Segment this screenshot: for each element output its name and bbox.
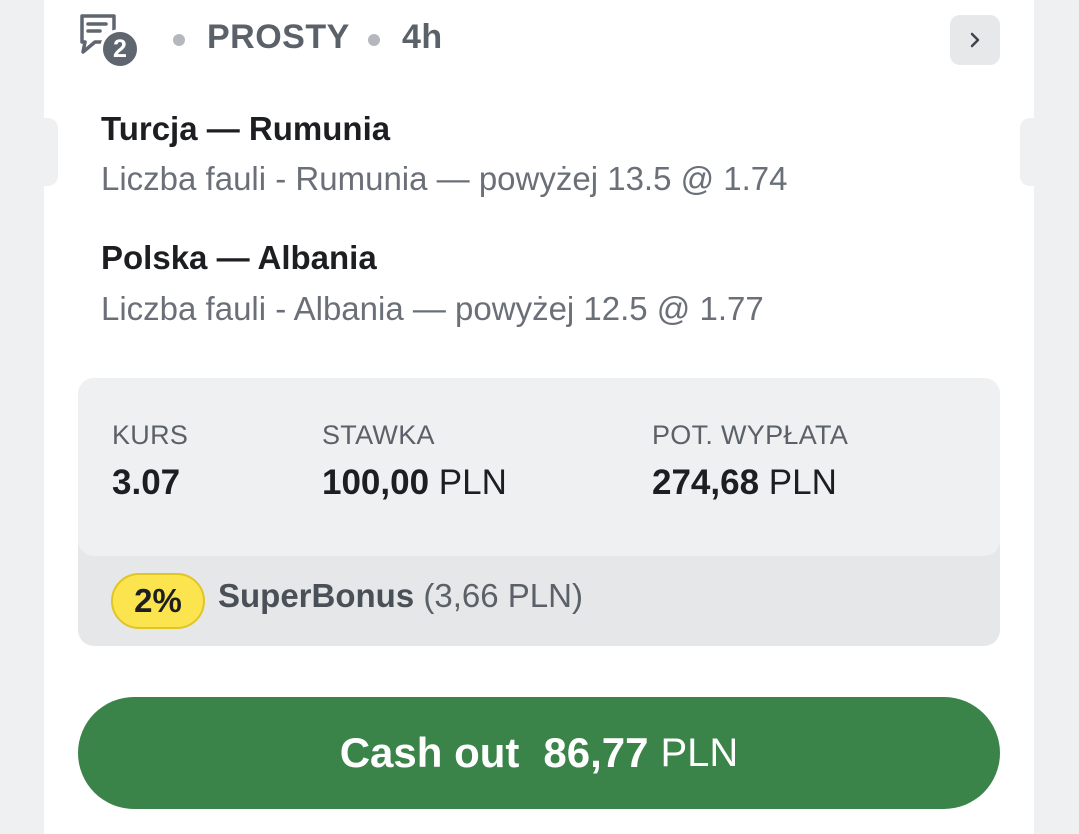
cash-out-label: Cash out (339, 729, 520, 776)
stake-label: STAWKA (322, 420, 435, 450)
bet-summary-values: KURS 3.07 STAWKA 100,00 PLN POT. WYPŁATA… (78, 378, 1000, 556)
ticket-notch-left (44, 118, 58, 186)
selection-match: Turcja — Rumunia (101, 110, 391, 147)
cash-out-amount: 86,77 (543, 729, 649, 776)
comments-count-badge: 2 (100, 29, 140, 69)
selection-market: Liczba fauli - Rumunia — powyżej 13.5 @ … (101, 160, 788, 197)
ticket-notch-right (1020, 118, 1034, 186)
bet-summary: KURS 3.07 STAWKA 100,00 PLN POT. WYPŁATA… (78, 378, 1000, 646)
chevron-right-icon (970, 32, 980, 48)
superbonus-label: SuperBonus (3,66 PLN) (218, 577, 583, 614)
bonus-percent-badge: 2% (111, 573, 205, 629)
selection-market: Liczba fauli - Albania — powyżej 12.5 @ … (101, 290, 764, 327)
odds-column: KURS 3.07 (112, 420, 188, 503)
odds-label: KURS (112, 420, 189, 450)
payout-label: POT. WYPŁATA (652, 420, 849, 450)
stake-value: 100,00 PLN (322, 463, 507, 502)
bet-type-label: PROSTY (207, 18, 350, 56)
open-details-button[interactable] (950, 15, 1000, 65)
comments-button[interactable]: 2 (78, 13, 142, 69)
stake-column: STAWKA 100,00 PLN (322, 420, 507, 503)
payout-column: POT. WYPŁATA 274,68 PLN (652, 420, 848, 503)
selection-match: Polska — Albania (101, 239, 377, 276)
payout-value: 274,68 PLN (652, 463, 837, 502)
odds-value: 3.07 (112, 463, 181, 502)
cash-out-button[interactable]: Cash out 86,77 PLN (78, 697, 1000, 809)
time-ago-label: 4h (402, 18, 443, 56)
separator-dot (173, 34, 185, 46)
cash-out-currency: PLN (660, 730, 739, 775)
separator-dot (368, 34, 380, 46)
